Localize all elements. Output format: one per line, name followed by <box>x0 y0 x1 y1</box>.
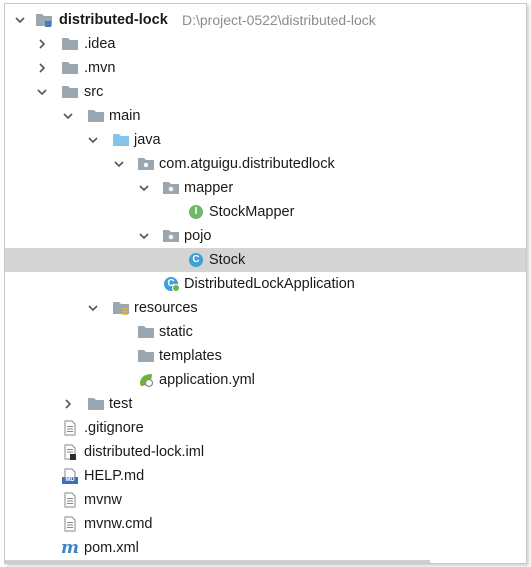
markdown-file-icon: MD <box>61 468 79 484</box>
chevron-down-icon[interactable] <box>138 224 150 248</box>
folder-label: java <box>134 132 161 148</box>
root-path: D:\project-0522\distributed-lock <box>182 12 376 28</box>
text-file-icon <box>61 492 79 508</box>
chevron-right-icon[interactable] <box>36 32 48 56</box>
spring-config-icon <box>137 372 155 388</box>
file-label: mvnw.cmd <box>84 516 153 532</box>
tree-row-static[interactable]: static <box>5 320 526 344</box>
tree-row-mvnw-cmd[interactable]: mvnw.cmd <box>5 512 526 536</box>
tree-row-application-yml[interactable]: application.yml <box>5 368 526 392</box>
tree-row-java[interactable]: java <box>5 128 526 152</box>
tree-row-mvn[interactable]: .mvn <box>5 56 526 80</box>
folder-icon <box>61 60 79 76</box>
spring-boot-class-icon: C <box>162 276 180 292</box>
folder-label: .idea <box>84 36 116 52</box>
class-icon: C <box>187 252 205 268</box>
chevron-down-icon[interactable] <box>36 80 48 104</box>
interface-icon: I <box>187 204 205 220</box>
tree-row-src[interactable]: src <box>5 80 526 104</box>
tree-row-templates[interactable]: templates <box>5 344 526 368</box>
file-label: mvnw <box>84 492 122 508</box>
folder-label: main <box>109 108 141 124</box>
file-label: distributed-lock.iml <box>84 444 205 460</box>
folder-label: test <box>109 396 133 412</box>
chevron-down-icon[interactable] <box>113 152 125 176</box>
package-icon <box>137 156 155 172</box>
resources-folder-icon <box>112 300 130 316</box>
text-file-icon <box>61 420 79 436</box>
project-tree-panel: distributed-lock D:\project-0522\distrib… <box>4 3 527 564</box>
tree-row-root[interactable]: distributed-lock D:\project-0522\distrib… <box>5 8 526 32</box>
folder-label: src <box>84 84 104 100</box>
tree-row-gitignore[interactable]: .gitignore <box>5 416 526 440</box>
chevron-down-icon[interactable] <box>138 176 150 200</box>
markdown-badge: MD <box>65 477 75 483</box>
file-label: HELP.md <box>84 468 145 484</box>
file-label: Stock <box>209 252 246 268</box>
package-label: mapper <box>184 180 234 196</box>
module-file-icon <box>61 444 79 460</box>
tree-row-mvnw[interactable]: mvnw <box>5 488 526 512</box>
horizontal-scrollbar[interactable] <box>5 560 430 563</box>
source-folder-icon <box>112 132 130 148</box>
package-icon <box>162 228 180 244</box>
tree-row-test[interactable]: test <box>5 392 526 416</box>
file-label: pom.xml <box>84 540 139 556</box>
package-label: com.atguigu.distributedlock <box>159 156 335 172</box>
file-label: DistributedLockApplication <box>184 276 355 292</box>
chevron-down-icon[interactable] <box>87 296 99 320</box>
folder-icon <box>87 396 105 412</box>
tree-row-pom[interactable]: m pom.xml <box>5 536 526 560</box>
interface-icon-letter: I <box>194 206 198 217</box>
package-icon <box>162 180 180 196</box>
file-label: .gitignore <box>84 420 144 436</box>
chevron-down-icon[interactable] <box>62 104 74 128</box>
tree-row-resources[interactable]: resources <box>5 296 526 320</box>
file-label: StockMapper <box>209 204 295 220</box>
class-icon-letter: C <box>167 278 175 289</box>
chevron-down-icon[interactable] <box>87 128 99 152</box>
tree-row-idea[interactable]: .idea <box>5 32 526 56</box>
folder-icon <box>87 108 105 124</box>
text-file-icon <box>61 516 79 532</box>
module-folder-icon <box>35 12 53 28</box>
package-label: pojo <box>184 228 212 244</box>
folder-label: templates <box>159 348 222 364</box>
folder-label: resources <box>134 300 198 316</box>
tree-row-pojo[interactable]: pojo <box>5 224 526 248</box>
maven-badge: m <box>61 538 79 558</box>
tree-row-mapper[interactable]: mapper <box>5 176 526 200</box>
tree-row-stock-mapper[interactable]: I StockMapper <box>5 200 526 224</box>
tree-row-stock[interactable]: C Stock <box>5 248 526 272</box>
file-label: application.yml <box>159 372 255 388</box>
folder-icon <box>137 348 155 364</box>
chevron-right-icon[interactable] <box>36 56 48 80</box>
tree-row-main[interactable]: main <box>5 104 526 128</box>
class-icon-letter: C <box>192 254 200 265</box>
tree-row-package[interactable]: com.atguigu.distributedlock <box>5 152 526 176</box>
chevron-right-icon[interactable] <box>62 392 74 416</box>
folder-label: .mvn <box>84 60 116 76</box>
chevron-down-icon[interactable] <box>14 8 26 32</box>
tree-row-application-class[interactable]: C DistributedLockApplication <box>5 272 526 296</box>
folder-icon <box>137 324 155 340</box>
folder-label: static <box>159 324 193 340</box>
folder-icon <box>61 84 79 100</box>
tree-row-iml[interactable]: distributed-lock.iml <box>5 440 526 464</box>
tree-row-help[interactable]: MD HELP.md <box>5 464 526 488</box>
folder-icon <box>61 36 79 52</box>
root-label: distributed-lock <box>59 12 168 28</box>
maven-icon: m <box>61 538 79 558</box>
